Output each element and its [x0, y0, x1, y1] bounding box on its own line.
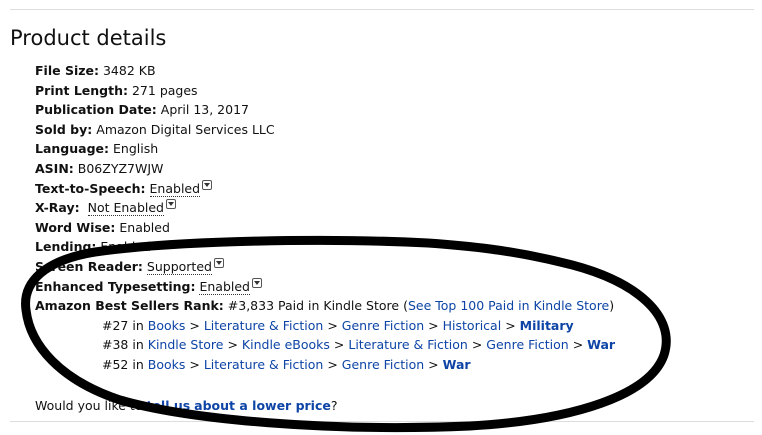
breadcrumb-separator: > [428, 317, 439, 333]
breadcrumb-separator: > [428, 356, 439, 372]
category-link[interactable]: Kindle Store [148, 337, 224, 352]
feedback-prefix: Would you like to [35, 398, 143, 413]
detail-value: 3482 KB [102, 63, 156, 78]
subrank-in: in [132, 317, 144, 333]
tell-us-link[interactable]: tell us [146, 398, 190, 413]
typesetting-status-popover[interactable]: Enabled [199, 278, 250, 295]
category-link[interactable]: Literature & Fiction [204, 318, 323, 333]
category-link[interactable]: Kindle eBooks [242, 337, 330, 352]
detail-label: File Size: [35, 63, 99, 78]
detail-language: Language: English [35, 139, 755, 159]
top-divider [10, 9, 754, 10]
detail-value: Amazon Digital Services LLC [96, 121, 275, 137]
detail-value: 271 pages [131, 82, 198, 98]
breadcrumb-separator: > [505, 317, 516, 333]
xray-status-popover[interactable]: Not Enabled [87, 200, 164, 217]
product-details-list: File Size: 3482 KB Print Length: 271 pag… [35, 61, 755, 375]
category-link[interactable]: Books [148, 318, 186, 333]
section-title: Product details [10, 26, 167, 50]
detail-label: X-Ray: [35, 200, 80, 216]
detail-label: ASIN: [35, 160, 74, 176]
detail-sold-by: Sold by: Amazon Digital Services LLC [35, 120, 755, 140]
detail-label: Language: [35, 141, 110, 157]
breadcrumb-separator: > [572, 337, 584, 353]
subrank-in: in [132, 356, 144, 372]
screen-reader-status-popover[interactable]: Supported [146, 258, 212, 275]
category-link[interactable]: Literature & Fiction [348, 337, 467, 352]
detail-asin: ASIN: B06ZYZ7WJW [35, 159, 755, 179]
detail-value: Enabled [100, 239, 151, 255]
detail-publication-date: Publication Date: April 13, 2017 [35, 100, 755, 120]
subrank-row: #38 in Kindle Store > Kindle eBooks > Li… [35, 335, 755, 355]
category-link[interactable]: Literature & Fiction [204, 357, 323, 372]
breadcrumb-separator: > [189, 356, 200, 372]
category-link-final[interactable]: Military [520, 318, 574, 333]
detail-screen-reader: Screen Reader: Supported [35, 257, 755, 277]
category-link[interactable]: Genre Fiction [342, 318, 424, 333]
subrank-row: #27 in Books > Literature & Fiction > Ge… [35, 316, 755, 336]
tts-status-popover[interactable]: Enabled [149, 180, 201, 197]
category-link[interactable]: Books [148, 357, 186, 372]
detail-file-size: File Size: 3482 KB [35, 61, 755, 81]
breadcrumb-separator: > [189, 317, 200, 333]
detail-best-sellers-rank: Amazon Best Sellers Rank: #3,833 Paid in… [35, 296, 755, 316]
subrank-row: #52 in Books > Literature & Fiction > Ge… [35, 355, 755, 375]
detail-value: April 13, 2017 [160, 102, 249, 118]
breadcrumb-separator: > [327, 317, 338, 333]
category-link-final[interactable]: War [443, 357, 471, 372]
lower-price-feedback: Would you like to tell us about a lower … [35, 396, 338, 416]
detail-label: Print Length: [35, 82, 128, 98]
breadcrumb-separator: > [471, 337, 483, 353]
detail-lending: Lending: Enabled [35, 237, 755, 257]
detail-label: Sold by: [35, 121, 93, 137]
subrank-in: in [132, 337, 144, 353]
rank-value: #3,833 Paid in Kindle Store [227, 298, 400, 314]
detail-label: Publication Date: [35, 102, 157, 118]
detail-value: English [113, 141, 159, 157]
category-link[interactable]: Genre Fiction [486, 337, 568, 352]
detail-x-ray: X-Ray: Not Enabled [35, 198, 755, 218]
breadcrumb-separator: > [327, 356, 338, 372]
detail-enhanced-typesetting: Enhanced Typesetting: Enabled [35, 277, 755, 297]
detail-value: Enabled [119, 219, 170, 235]
detail-label: Word Wise: [35, 219, 116, 235]
detail-label: Screen Reader: [35, 258, 143, 274]
subrank-number: #38 [102, 337, 129, 353]
chevron-down-icon[interactable] [165, 199, 176, 210]
breadcrumb-separator: > [227, 337, 238, 353]
detail-label: Lending: [35, 239, 97, 255]
detail-print-length: Print Length: 271 pages [35, 81, 755, 101]
detail-label: Amazon Best Sellers Rank: [35, 298, 224, 314]
detail-label: Enhanced Typesetting: [35, 278, 196, 294]
detail-text-to-speech: Text-to-Speech: Enabled [35, 179, 755, 199]
top-100-link[interactable]: See Top 100 Paid in Kindle Store [408, 298, 609, 313]
category-link[interactable]: Genre Fiction [342, 357, 424, 372]
breadcrumb-separator: > [333, 337, 345, 353]
detail-word-wise: Word Wise: Enabled [35, 218, 755, 238]
subrank-number: #27 [102, 317, 129, 333]
chevron-down-icon[interactable] [202, 179, 213, 190]
detail-value: B06ZYZ7WJW [77, 160, 164, 176]
feedback-suffix: ? [330, 398, 338, 413]
chevron-down-icon[interactable] [213, 257, 224, 268]
bottom-divider [10, 421, 754, 422]
category-link-final[interactable]: War [587, 337, 615, 352]
category-link[interactable]: Historical [443, 318, 502, 333]
detail-label: Text-to-Speech: [35, 180, 146, 196]
subrank-number: #52 [102, 356, 129, 372]
paren-close: ) [609, 298, 615, 314]
chevron-down-icon[interactable] [251, 277, 262, 288]
lower-price-link[interactable]: about a lower price [194, 398, 331, 413]
